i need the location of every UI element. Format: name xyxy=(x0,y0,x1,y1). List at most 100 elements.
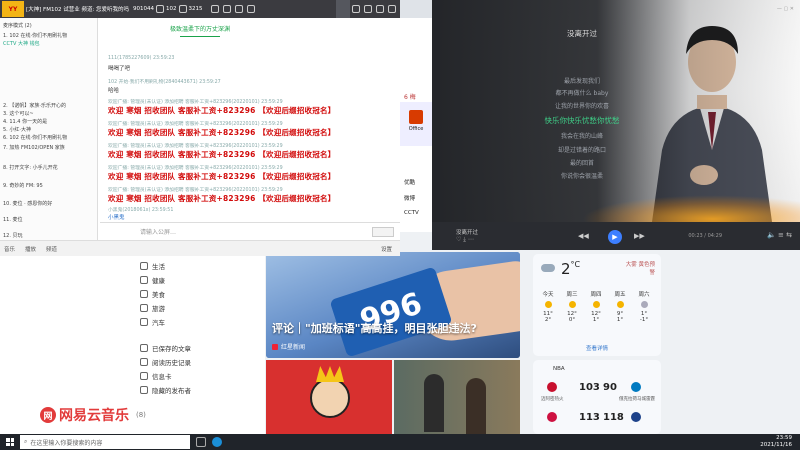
member-list-item[interactable]: 3. 这个可以~ xyxy=(3,110,34,117)
music-button[interactable]: 音乐 xyxy=(4,245,15,253)
food-icon xyxy=(140,290,148,298)
raptors-logo-icon xyxy=(547,412,557,422)
mic-queue-header: 麦序模式 (2) xyxy=(3,23,32,29)
menu-item-life[interactable]: 生活 xyxy=(140,260,165,272)
ad-message: 欢迎 寒烟 招收团队 客服补工资+823296 【欢迎后缀招收冠名】 xyxy=(108,106,336,115)
gift-icon[interactable] xyxy=(210,5,219,13)
channel-banner: 极致温柔下的万丈深渊 xyxy=(100,24,300,37)
sun-icon xyxy=(544,301,552,308)
travel-icon xyxy=(140,304,148,312)
lyric-line: 让我的世界你的欢喜 xyxy=(554,103,610,110)
home-tab[interactable] xyxy=(336,0,350,18)
likes-icon xyxy=(178,5,187,13)
system-clock[interactable]: 23:59 2021/11/16 xyxy=(760,435,792,449)
volume-icon[interactable]: 🔈 ≡ ⇆ xyxy=(767,231,792,239)
menu-item-auto[interactable]: 汽车 xyxy=(140,316,165,328)
sun-icon xyxy=(616,301,624,308)
system-meta: 欢迎广播: 管理员(未认证) 添加招聘 客服补工资+823296(2022010… xyxy=(108,122,283,127)
member-list-item[interactable]: 8. 打开文字: 小手儿开花 xyxy=(3,164,58,171)
prev-icon[interactable]: ◀◀ xyxy=(578,232,589,240)
ad-message: 欢迎 寒烟 招收团队 客服补工资+823296 【欢迎后缀招收冠名】 xyxy=(108,128,336,137)
hidden-icon xyxy=(140,386,148,394)
menu-item-cards[interactable]: 信息卡 xyxy=(140,370,172,382)
lyric-line-active: 快乐你快乐忧愁你忧愁 xyxy=(544,116,620,125)
game-icon[interactable] xyxy=(352,5,360,13)
next-icon[interactable]: ▶▶ xyxy=(634,232,645,240)
health-icon xyxy=(140,276,148,284)
news-card[interactable]: 996 评论｜"加班标语"高高挂，明目张胆违法? 红星新闻 xyxy=(266,252,520,358)
weather-card[interactable]: 2°C 大雾 黄色预警 今天 11° 2° 周三 12° 0° 周四 12° 1° 周五 9°… xyxy=(533,254,661,356)
send-button[interactable] xyxy=(372,226,394,237)
message-text: 喝喝了吧 xyxy=(108,66,131,72)
menu-item-hidden[interactable]: 隐藏的发布者 xyxy=(140,384,191,396)
edge-icon[interactable] xyxy=(212,437,222,447)
play-button[interactable]: 播放 xyxy=(25,245,36,253)
minimize-icon[interactable] xyxy=(376,5,384,13)
member-list-item[interactable]: 7. 加热 FM102/OPEN 家族 xyxy=(3,144,65,151)
search-icon: ⌕ xyxy=(24,438,28,445)
thunder-logo-icon xyxy=(631,382,641,392)
system-meta: 欢迎广播: 管理员(未认证) 添加招聘 客服补工资+823296(2022010… xyxy=(108,100,283,105)
member-list-item[interactable]: 10. 麦位 · 感恩你的好 xyxy=(3,200,52,207)
menu-item-health[interactable]: 健康 xyxy=(140,274,165,286)
screen-icon[interactable] xyxy=(246,5,255,13)
cloud-icon xyxy=(541,264,555,272)
play-icon[interactable]: ▶ xyxy=(608,230,622,244)
mail-icon[interactable] xyxy=(222,5,231,13)
member-list-item[interactable]: 11. 麦位 xyxy=(3,216,23,223)
ad-message: 欢迎 寒烟 招收团队 客服补工资+823296 【欢迎后缀招收冠名】 xyxy=(108,194,336,203)
menu-item-saved[interactable]: 已保存的文章 xyxy=(140,342,191,354)
member-list-item[interactable]: 6. 102 在线·你们不用刷礼物 xyxy=(3,134,67,141)
cartoon-thumbnail[interactable] xyxy=(266,360,392,434)
settings-button[interactable]: 设置 xyxy=(381,245,392,253)
date-badge: 6 梅 xyxy=(404,94,416,101)
room-id: 901044 xyxy=(133,6,155,12)
ad-message: 欢迎 寒烟 招收团队 客服补工资+823296 【欢迎后缀招收冠名】 xyxy=(108,150,336,159)
office-tile[interactable]: Office xyxy=(400,102,432,146)
close-icon[interactable] xyxy=(388,5,396,13)
queue-user[interactable]: 1. 102 在线·你们不用刷礼物 xyxy=(3,32,67,39)
window-controls[interactable]: — ▢ ✕ xyxy=(777,6,794,12)
settings-icon[interactable] xyxy=(234,5,243,13)
track-actions[interactable]: ♡ ⤓ ⋯ xyxy=(456,236,474,244)
browser-middle-panel: 6 梅 Office 优酷 微博 CCTV xyxy=(400,18,432,232)
app-icon[interactable] xyxy=(364,5,372,13)
task-view-icon[interactable] xyxy=(196,437,206,447)
lyric-line: 你说你会很温柔 xyxy=(560,173,604,180)
site-weibo[interactable]: 微博 xyxy=(404,194,415,202)
site-youku[interactable]: 优酷 xyxy=(404,178,415,186)
heat-logo-icon xyxy=(547,382,557,392)
forecast-day: 周四 12° 1° xyxy=(590,292,602,323)
menu-item-travel[interactable]: 旅游 xyxy=(140,302,165,314)
netease-watermark: 网 网易云音乐 (8) xyxy=(40,405,146,425)
feed-menu: 生活 健康 美食 旅游 汽车 已保存的文章 阅读历史记录 信息卡 隐藏的发布者 xyxy=(0,232,265,434)
taskbar-search[interactable]: ⌕ 在这里输入你要搜索的内容 xyxy=(20,435,190,449)
chat-input[interactable]: 请输入公屏… xyxy=(100,222,400,240)
start-button[interactable] xyxy=(6,438,14,446)
forecast-day: 周六 1° -1° xyxy=(638,292,650,323)
system-meta: 欢迎广播: 管理员(未认证) 添加招聘 客服补工资+823296(2022010… xyxy=(108,166,283,171)
menu-item-history[interactable]: 阅读历史记录 xyxy=(140,356,191,368)
time-display: 00:23 / 04:29 xyxy=(688,233,722,239)
app-logo: YY xyxy=(2,1,24,17)
lyric-line: 最的回首 xyxy=(569,160,595,167)
viewers-icon xyxy=(156,5,165,13)
menu-item-food[interactable]: 美食 xyxy=(140,288,165,300)
member-list-item[interactable]: 5. 小红·大神 xyxy=(3,126,31,133)
weather-more-link[interactable]: 查看详情 xyxy=(533,344,661,352)
message-meta: 小黑鬼(2018061x) 23:59:51 xyxy=(108,208,174,213)
member-list-item[interactable]: 9. 奇妙的 FM: 95 xyxy=(3,182,43,189)
now-playing-title: 没离开过 xyxy=(456,230,479,236)
queue-user[interactable]: CCTV 大神 钱包 xyxy=(3,40,40,47)
viewer-count: 102 xyxy=(166,6,177,12)
site-cctv[interactable]: CCTV xyxy=(404,210,419,216)
member-list-item[interactable]: 4. 11.4 你一天的是 xyxy=(3,118,47,125)
channel-button[interactable]: 频道 xyxy=(46,245,57,253)
card-icon xyxy=(140,372,148,380)
member-list-item[interactable]: 2. 【诺帆】家族·乐乐开心的 xyxy=(3,102,66,109)
drama-thumbnail[interactable] xyxy=(394,360,520,434)
windows-taskbar: ⌕ 在这里输入你要搜索的内容 23:59 2021/11/16 xyxy=(0,434,800,450)
member-list-item[interactable]: 12. 贝玩 xyxy=(3,232,23,239)
nba-card[interactable]: NBA 103 90 迈阿密热火 俄克拉荷马城雷霆 113 118 xyxy=(533,360,661,434)
history-icon xyxy=(140,358,148,366)
